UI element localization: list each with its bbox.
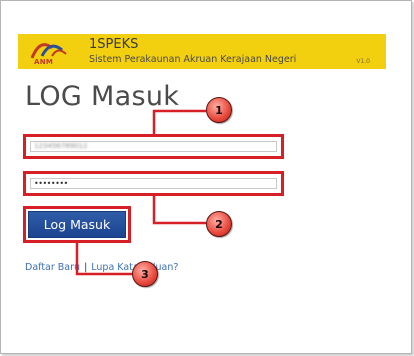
login-button-highlight: Log Masuk [23,206,131,243]
logo-text: ANM [34,58,54,66]
username-field[interactable]: 123456789012 [23,134,284,159]
username-input-box[interactable]: 123456789012 [30,141,277,152]
login-window: ANM 1SPEKS Sistem Perakaunan Akruan Kera… [0,0,412,354]
login-button[interactable]: Log Masuk [28,211,126,238]
link-separator: | [84,262,88,273]
password-field[interactable]: •••••••• [23,171,284,196]
password-input-box[interactable]: •••••••• [30,178,277,189]
app-subtitle: Sistem Perakaunan Akruan Kerajaan Negeri [89,54,297,65]
page-title: LOG Masuk [25,81,180,112]
register-link[interactable]: Daftar Baru [25,262,80,273]
app-title: 1SPEKS [89,37,139,52]
app-header: ANM 1SPEKS Sistem Perakaunan Akruan Kera… [18,34,386,69]
username-value: 123456789012 [34,142,88,150]
app-version: V1.0 [356,58,370,65]
callout-badge-3: 3 [132,261,158,287]
password-value: •••••••• [34,179,68,188]
anm-logo: ANM [28,36,70,67]
callout-badge-2: 2 [206,211,232,237]
callout-badge-1: 1 [206,97,232,123]
